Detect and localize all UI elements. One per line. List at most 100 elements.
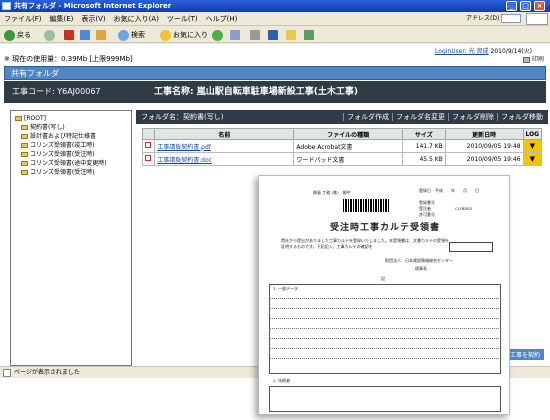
doc-rule xyxy=(269,348,501,349)
printer-icon xyxy=(250,30,260,40)
print-toolbar-button[interactable] xyxy=(250,27,260,43)
document-preview: 株島 工務 (株) 御中 登録日 平成 年 月 日 登録番号 受注者 CORIN… xyxy=(258,175,510,415)
tree-item[interactable]: 契約書(写し) xyxy=(15,123,127,132)
folder-icon xyxy=(286,30,296,40)
search-icon xyxy=(118,29,129,41)
forward-button[interactable] xyxy=(44,27,57,43)
menu-favorites[interactable]: お気に入り(A) xyxy=(110,12,163,26)
edit-button[interactable] xyxy=(268,27,278,43)
doc-org: 財団法人 日本建設情報総合センター xyxy=(385,258,453,263)
column-name[interactable]: 名前 xyxy=(154,128,295,140)
folder-name: フォルダ名：契約書(写し) xyxy=(141,113,224,121)
ie-icon xyxy=(2,2,11,10)
menu-help[interactable]: ヘルプ(H) xyxy=(202,12,242,26)
stop-icon xyxy=(64,30,74,40)
table-header-row: 名前 ファイルの種類 サイズ 更新日時 LOG xyxy=(141,128,543,140)
folder-icon xyxy=(21,152,28,157)
star-icon xyxy=(160,29,171,41)
menu-file[interactable]: ファイル(F) xyxy=(0,12,46,26)
browser-window: 共有フォルダ - Microsoft Internet Explorer _ □… xyxy=(0,0,550,420)
tree-item[interactable]: 設計書および特記仕様書 xyxy=(15,132,127,141)
file-date: 2010/09/05 19:48 xyxy=(444,139,524,153)
row-checkbox[interactable] xyxy=(145,142,151,148)
column-date[interactable]: 更新日時 xyxy=(444,128,524,140)
address-area: アドレス(D) xyxy=(466,13,524,25)
row-checkbox-cell xyxy=(141,139,156,153)
log-dropdown-button[interactable]: ▼ xyxy=(522,139,543,153)
file-date: 2010/09/05 19:46 xyxy=(444,152,524,166)
history-icon xyxy=(212,29,223,41)
file-type: ワードパッド文書 xyxy=(293,152,403,166)
favorites-button[interactable]: お気に入り xyxy=(160,27,208,43)
maximize-button[interactable]: □ xyxy=(520,1,531,11)
history-button[interactable] xyxy=(212,27,225,43)
status-text: ページが表示されました xyxy=(14,369,80,376)
search-button[interactable]: 検索 xyxy=(118,27,145,43)
row-checkbox[interactable] xyxy=(145,155,151,161)
column-size[interactable]: サイズ xyxy=(401,128,446,140)
doc-rule xyxy=(269,338,501,339)
folder-actions: フォルダ作成 フォルダ名変更 フォルダ削除 フォルダ移動 xyxy=(343,110,546,124)
mail-button[interactable] xyxy=(230,27,240,43)
app-header: 共有フォルダ xyxy=(4,66,546,80)
tree-root[interactable]: [ROOT] xyxy=(15,114,127,123)
refresh-button[interactable] xyxy=(80,27,90,43)
messenger-button[interactable] xyxy=(286,27,296,43)
tree-item[interactable]: コリンズ受領書(受注時) xyxy=(15,168,127,177)
column-log: LOG xyxy=(522,128,543,140)
current-date: 2010/9/14(火) xyxy=(490,48,532,55)
close-button[interactable]: × xyxy=(534,1,545,11)
doc-rule xyxy=(269,358,501,359)
delete-folder-button[interactable]: フォルダ削除 xyxy=(448,113,497,121)
folder-tree: [ROOT] 契約書(写し) 設計書および特記仕様書 コリンズ受領書(竣工時) … xyxy=(10,110,132,366)
login-info: LoginUser: 光 良成 2010/9/14(火) xyxy=(435,48,532,56)
file-link[interactable]: 工事請負契約書.doc xyxy=(157,157,212,164)
print-link[interactable]: 印刷 xyxy=(522,56,544,64)
address-input[interactable] xyxy=(501,14,522,23)
log-dropdown-button[interactable]: ▼ xyxy=(522,152,543,166)
menu-view[interactable]: 表示(V) xyxy=(77,12,109,26)
menu-tools[interactable]: ツール(T) xyxy=(163,12,202,26)
research-button[interactable] xyxy=(304,27,314,43)
file-link[interactable]: 工事請負契約書.pdf xyxy=(157,144,211,151)
file-name-cell: 工事請負契約書.doc xyxy=(154,152,295,166)
doc-rule xyxy=(269,298,501,299)
minimize-button[interactable]: _ xyxy=(506,1,517,11)
job-info-bar: 工事コード: Y6AJ00067 工事名称: 嵐山駅自転車駐車場新設工事(土木工… xyxy=(4,81,546,103)
doc-section-mark: 記 xyxy=(381,276,385,281)
doc-org-2: 理事長 xyxy=(415,266,427,271)
doc-rule xyxy=(269,308,501,309)
file-size: 45.5 KB xyxy=(401,152,446,166)
rename-folder-button[interactable]: フォルダ名変更 xyxy=(392,113,448,121)
printer-icon xyxy=(522,56,530,63)
tree-item[interactable]: コリンズ受領書(竣工時) xyxy=(15,141,127,150)
move-folder-button[interactable]: フォルダ移動 xyxy=(497,113,546,121)
folder-icon xyxy=(21,125,28,130)
folder-icon xyxy=(21,143,28,148)
select-column-header xyxy=(141,128,156,140)
tree-item[interactable]: コリンズ受領書(途中変更時) xyxy=(15,159,127,168)
menu-edit[interactable]: 編集(E) xyxy=(46,12,78,26)
folder-icon xyxy=(21,161,28,166)
address-label: アドレス(D) xyxy=(466,15,500,22)
doc-body-line-2: 証明するものです。下記記入、工事カルテの確認を xyxy=(281,244,373,249)
refresh-icon xyxy=(80,30,90,40)
doc-date: 登録日 平成 年 月 日 xyxy=(419,188,479,193)
stop-button[interactable] xyxy=(64,27,74,43)
toolbar: 戻る 検索 お気に入り xyxy=(0,27,550,43)
windows-logo xyxy=(526,13,548,25)
doc-body-line-1: 貴社から提出がありました工事カルテを登録いたしました。本受領書は、文書カルテの受… xyxy=(281,238,449,243)
file-type: Adobe Acrobat文書 xyxy=(293,139,403,153)
login-user-link[interactable]: LoginUser: 光 良成 xyxy=(435,48,489,55)
doc-reg-3: CORINS xyxy=(455,206,473,211)
table-row: 工事請負契約書.pdf Adobe Acrobat文書 141.7 KB 201… xyxy=(141,139,543,153)
doc-recipient: 株島 工務 (株) 御中 xyxy=(313,190,351,195)
tree-item[interactable]: コリンズ受領書(受注時) xyxy=(15,150,127,159)
create-folder-button[interactable]: フォルダ作成 xyxy=(343,113,392,121)
back-arrow-icon xyxy=(4,29,15,41)
folder-icon xyxy=(21,134,28,139)
home-button[interactable] xyxy=(96,27,106,43)
back-button[interactable]: 戻る xyxy=(4,27,31,43)
doc-section-2: 2. 技術者 xyxy=(273,378,291,383)
column-type[interactable]: ファイルの種類 xyxy=(293,128,403,140)
